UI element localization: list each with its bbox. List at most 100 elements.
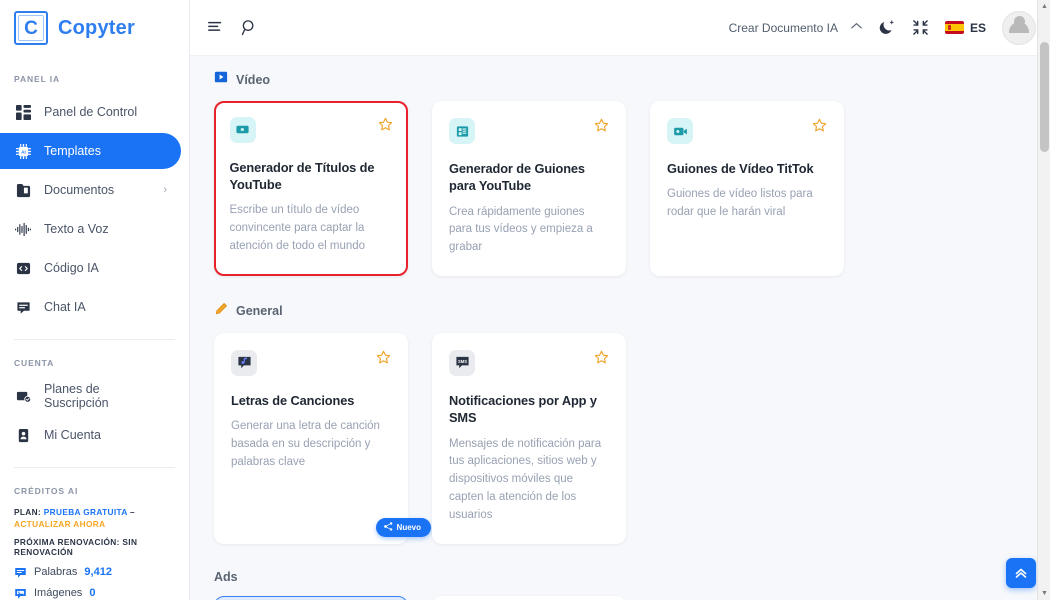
credit-row-palabras: Palabras 9,412 [14, 566, 175, 579]
template-card-generador-titulos-youtube[interactable]: Generador de Títulos de YouTube Escribe … [214, 101, 408, 276]
hamburger-menu-icon[interactable] [208, 20, 225, 35]
template-card-guiones-video-tiktok[interactable]: Guiones de Vídeo TitTok Guiones de vídeo… [650, 101, 844, 276]
sidebar-section-cuenta: CUENTA [14, 358, 55, 368]
sidebar-item-texto-a-voz[interactable]: Texto a Voz [0, 211, 181, 247]
credit-label: Palabras [34, 566, 78, 579]
section-title: Vídeo [236, 72, 271, 87]
code-brackets-icon [14, 259, 32, 277]
create-document-button[interactable]: Crear Documento IA [729, 21, 838, 35]
words-icon [14, 566, 27, 579]
sidebar-item-planes-de-suscripcion[interactable]: Planes de Suscripción [0, 378, 181, 414]
credit-value: 9,412 [84, 566, 112, 579]
chevron-up-icon[interactable] [850, 21, 863, 34]
section-header-general: General [214, 302, 1026, 321]
logo-mark: C [14, 11, 48, 45]
browser-scrollbar[interactable]: ▲ ▼ [1037, 0, 1050, 600]
avatar-head [1013, 15, 1025, 27]
chat-bubble-icon [14, 298, 32, 316]
templates-content: Vídeo Generador de Títulos de YouTube Es… [190, 56, 1050, 600]
card-row-ads: Títulos Clickbait Ad Titulares de Anunci… [214, 595, 1026, 600]
plan-upgrade-link[interactable]: ACTUALIZAR AHORA [14, 519, 105, 529]
sms-bubble-icon: SMS [449, 349, 475, 376]
favorite-star-icon[interactable] [812, 118, 827, 138]
user-avatar[interactable] [1002, 10, 1036, 45]
sidebar-item-label: Texto a Voz [44, 222, 109, 236]
sidebar-section-creditos-ai: CRÉDITOS AI [14, 486, 79, 496]
card-top [449, 118, 609, 144]
id-card-icon [14, 426, 32, 444]
sidebar-item-documentos[interactable]: Documentos › [0, 172, 181, 208]
sidebar-item-chat-ia[interactable]: Chat IA [0, 289, 181, 325]
svg-text:AI: AI [21, 149, 26, 154]
sidebar-section-panel-ia: PANEL IA [14, 74, 61, 84]
sidebar-item-label: Mi Cuenta [44, 428, 101, 442]
card-description: Escribe un título de vídeo convincente p… [229, 204, 366, 252]
credit-value: 0 [89, 587, 96, 600]
template-card-notificaciones-app-sms[interactable]: SMS Notificaciones por App y SMS Mensaje… [432, 332, 626, 544]
video-record-icon [667, 118, 693, 144]
credits-panel: PLAN: PRUEBA GRATUITA – ACTUALIZAR AHORA… [0, 506, 189, 600]
moon-icon[interactable] [879, 19, 896, 36]
card-title: Generador de Títulos de YouTube [229, 159, 375, 192]
section-title: Ads [214, 569, 238, 584]
spain-flag-icon [944, 21, 964, 34]
sidebar-item-mi-cuenta[interactable]: Mi Cuenta [0, 417, 181, 453]
card-title: Guiones de Vídeo TitTok [667, 161, 814, 176]
language-selector[interactable]: ES [944, 20, 986, 35]
sidebar-item-codigo-ia[interactable]: Código IA [0, 250, 181, 286]
favorite-star-icon[interactable] [594, 118, 609, 138]
logo-letter: C [24, 17, 38, 39]
card-title: Notificaciones por App y SMS [449, 392, 597, 426]
scrollbar-down-arrow[interactable]: ▼ [1038, 587, 1050, 600]
sidebar-divider-2 [14, 467, 175, 468]
favorite-star-icon[interactable] [376, 350, 391, 370]
compress-icon[interactable] [912, 19, 929, 36]
card-title: Generador de Guiones para YouTube [449, 161, 585, 194]
chevron-right-icon: › [163, 184, 167, 196]
card-top [229, 116, 393, 143]
brand-logo[interactable]: C Copyter [0, 0, 189, 56]
nuevo-badge[interactable]: Nuevo [375, 517, 431, 537]
card-description: Guiones de vídeo listos para rodar que l… [667, 188, 813, 219]
section-title: General [236, 304, 283, 319]
search-icon[interactable] [241, 19, 258, 36]
sidebar-item-label: Código IA [44, 261, 99, 275]
sidebar-item-templates[interactable]: AI Templates [0, 133, 181, 169]
sidebar: C Copyter PANEL IA Panel de Control AI T… [0, 0, 190, 600]
card-title: Letras de Canciones [231, 392, 355, 408]
double-chevron-up-icon [1015, 568, 1027, 578]
scrollbar-up-arrow[interactable]: ▲ [1038, 0, 1050, 13]
app-root: C Copyter PANEL IA Panel de Control AI T… [0, 0, 1050, 600]
subscription-box-icon [14, 387, 32, 405]
pencil-icon [214, 302, 228, 321]
waveform-icon [14, 220, 32, 238]
language-code: ES [969, 20, 986, 35]
section-header-video: Vídeo [214, 70, 1026, 89]
scrollbar-thumb[interactable] [1040, 42, 1049, 152]
template-card-titulos-clickbait[interactable]: Títulos Clickbait [214, 595, 408, 600]
video-camera-icon [229, 116, 256, 143]
share-nodes-icon [383, 521, 393, 533]
credit-label: Imágenes [34, 587, 83, 600]
credit-row-imagenes: Imágenes 0 [14, 587, 175, 600]
card-row-video: Generador de Títulos de YouTube Escribe … [214, 101, 1026, 276]
template-card-letras-de-canciones[interactable]: Letras de Canciones Generar una letra de… [214, 332, 431, 544]
template-card-generador-guiones-youtube[interactable]: Generador de Guiones para YouTube Crea r… [432, 101, 626, 276]
folder-bookmark-icon [14, 181, 32, 199]
template-card-titulares-de-anuncios[interactable]: Ad Titulares de Anuncios [432, 595, 626, 600]
renewal-line: PRÓXIMA RENOVACIÓN: SIN RENOVACIÓN [14, 536, 138, 557]
section-header-ads: Ads [214, 570, 1026, 584]
favorite-star-icon[interactable] [378, 117, 393, 137]
sidebar-item-panel-de-control[interactable]: Panel de Control [0, 94, 181, 130]
film-script-icon [449, 118, 475, 144]
card-top [231, 349, 391, 376]
plan-line: PLAN: PRUEBA GRATUITA – ACTUALIZAR AHORA [14, 506, 175, 531]
main-area: Crear Documento IA ES Vídeo Generador de… [190, 0, 1050, 600]
dashboard-icon [14, 103, 32, 121]
images-icon [14, 587, 27, 600]
sidebar-item-label: Panel de Control [44, 105, 138, 119]
card-top: SMS [449, 349, 609, 376]
favorite-star-icon[interactable] [594, 350, 609, 370]
plan-separator: – [130, 507, 135, 517]
scroll-to-top-button[interactable] [1006, 558, 1036, 588]
